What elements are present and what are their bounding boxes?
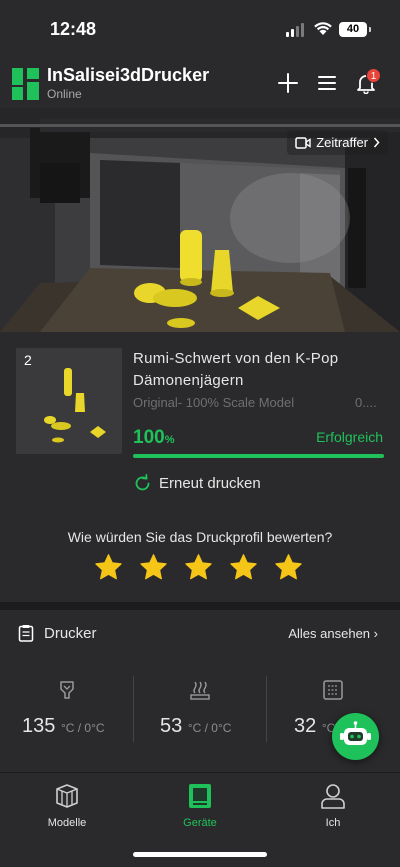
tab-devices[interactable]: Geräte: [160, 783, 240, 829]
model-subtitle-more: 0....: [355, 395, 377, 410]
camera-view[interactable]: Zeitraffer: [0, 108, 400, 332]
printer-icon: [189, 784, 211, 808]
battery-icon: 40: [339, 22, 371, 37]
star-icon[interactable]: [274, 553, 303, 582]
bambu-logo-icon: [12, 68, 39, 100]
heatbed-icon: [190, 681, 210, 700]
progress-percent: 100%: [133, 427, 175, 448]
model-subtitle: Original- 100% Scale Model: [133, 395, 295, 410]
notification-badge: 1: [366, 68, 381, 83]
wifi-icon: [314, 22, 332, 35]
bed-temp[interactable]: 53 °C / 0°C: [133, 675, 266, 775]
print-job-card: 2 Rumi-Schwert von den K-Pop Dämonenjäge…: [0, 332, 400, 602]
tab-label: Geräte: [183, 817, 217, 829]
home-indicator: [133, 852, 267, 857]
star-rating: [94, 553, 303, 582]
tab-models[interactable]: Modelle: [27, 783, 107, 829]
star-icon[interactable]: [139, 553, 168, 582]
person-icon: [321, 784, 345, 809]
star-icon[interactable]: [184, 553, 213, 582]
chevron-right-icon: ›: [373, 626, 378, 641]
plate-number: 2: [24, 352, 32, 368]
nozzle-temp[interactable]: 135 °C / 0°C: [0, 675, 133, 775]
star-icon[interactable]: [94, 553, 123, 582]
tab-label: Ich: [325, 817, 341, 829]
video-camera-icon: [295, 136, 311, 149]
assistant-bot-button[interactable]: [332, 713, 379, 760]
cellular-signal-icon: [286, 23, 304, 37]
section-title: Drucker: [44, 625, 97, 642]
chamber-icon: [323, 680, 343, 700]
status-bar: 12:48 40: [0, 0, 400, 58]
app-header: InSalisei3dDrucker Online: [0, 58, 400, 108]
printer-name[interactable]: InSalisei3dDrucker: [47, 65, 209, 86]
nozzle-temp-value: 135 °C / 0°C: [22, 715, 105, 737]
chamber-temp-value: 32 °C: [294, 715, 336, 737]
progress-fill: [133, 454, 384, 458]
print-status: Erfolgreich: [316, 429, 383, 445]
bed-temp-value: 53 °C / 0°C: [160, 715, 232, 737]
reprint-button[interactable]: Erneut drucken: [133, 474, 261, 493]
see-all-link[interactable]: Alles ansehen ›: [288, 626, 378, 641]
reprint-label: Erneut drucken: [159, 475, 261, 492]
timelapse-label: Zeitraffer: [316, 135, 368, 150]
clipboard-icon: [18, 625, 34, 642]
refresh-icon: [135, 474, 150, 491]
status-time: 12:48: [50, 19, 97, 39]
model-title: Rumi-Schwert von den K-Pop Dämonenjägern: [133, 350, 339, 389]
menu-icon[interactable]: [316, 72, 338, 94]
add-icon[interactable]: [277, 72, 299, 94]
rating-question: Wie würden Sie das Druckprofil bewerten?: [67, 529, 333, 545]
star-icon[interactable]: [229, 553, 258, 582]
model-thumbnail[interactable]: 2: [16, 348, 122, 454]
cube-icon: [56, 784, 78, 808]
printer-online-status: Online: [47, 87, 82, 101]
tab-profile[interactable]: Ich: [293, 783, 373, 829]
nozzle-icon: [60, 681, 74, 699]
chevron-right-icon: [373, 137, 380, 148]
robot-icon: [340, 721, 371, 745]
tab-label: Modelle: [47, 817, 87, 829]
progress-bar: [133, 454, 384, 458]
timelapse-button[interactable]: Zeitraffer: [287, 130, 388, 155]
